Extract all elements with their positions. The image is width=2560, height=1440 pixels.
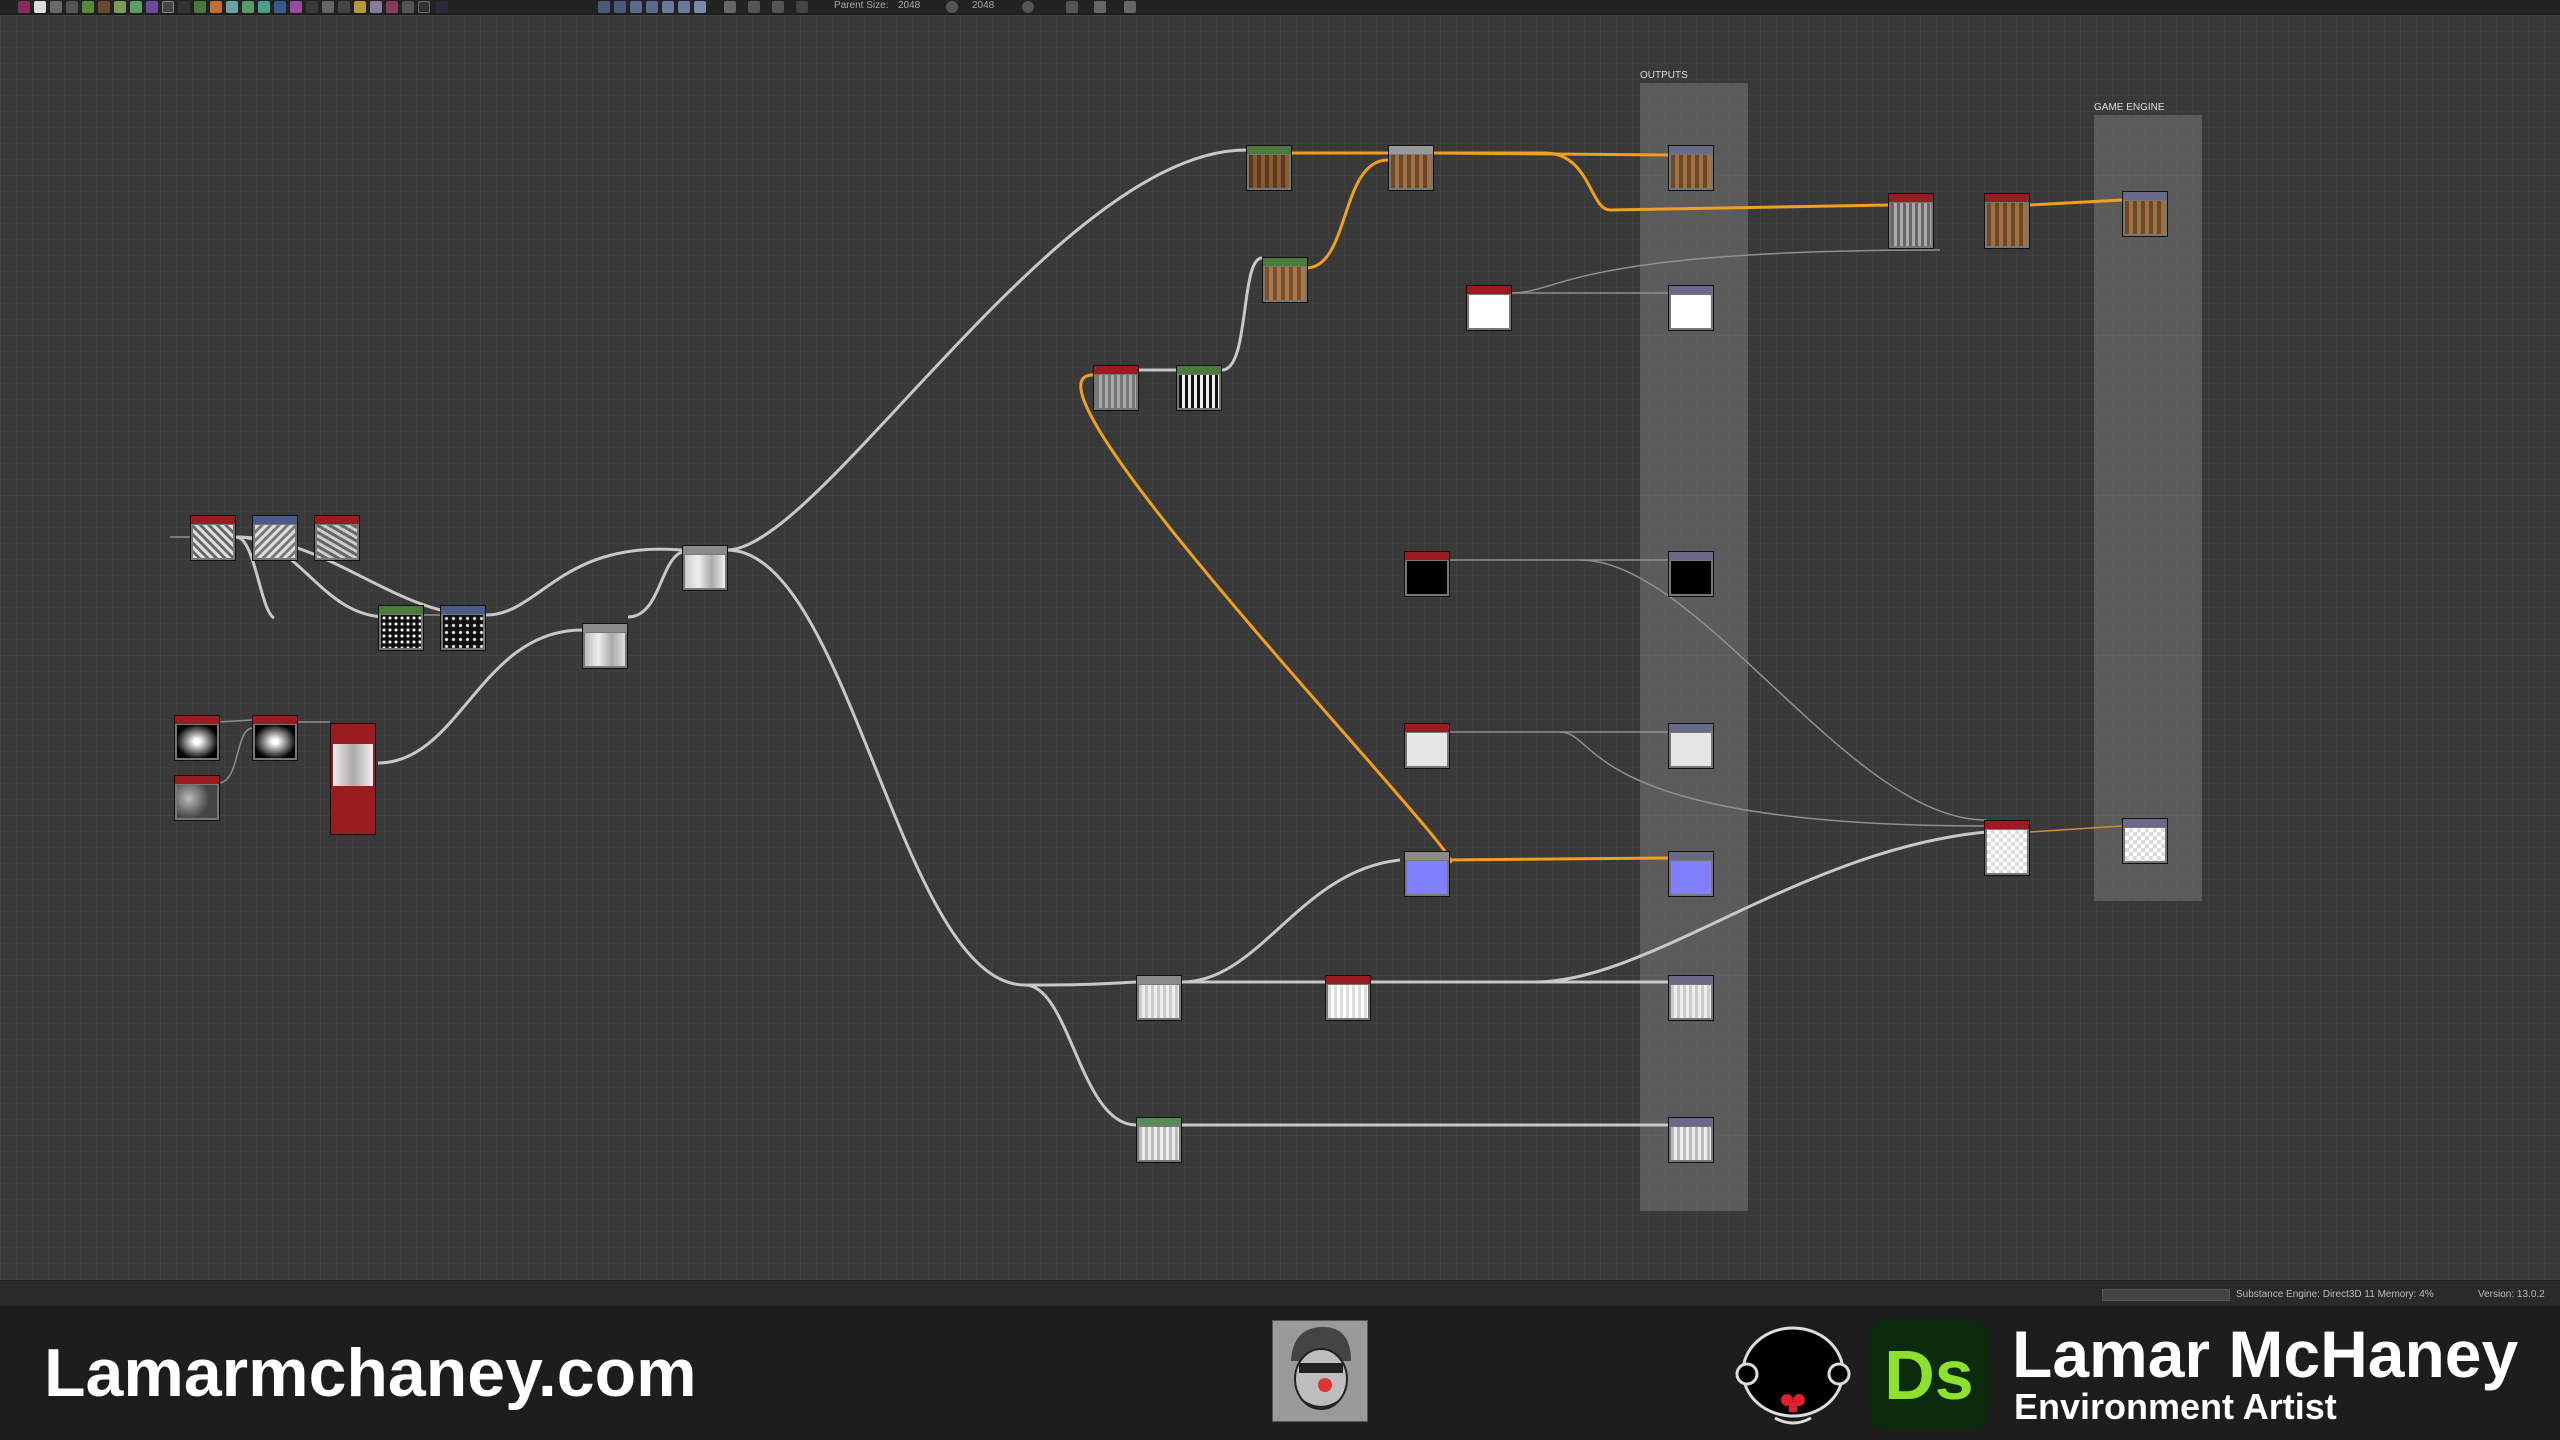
artist-role: Environment Artist [2014, 1386, 2337, 1427]
sharpen-icon[interactable] [226, 1, 238, 13]
designer-logo-icon: Ds [1870, 1320, 1988, 1430]
parent-size-value[interactable]: 2048 [898, 0, 920, 12]
output-ambient-occlusion[interactable] [1668, 1117, 1714, 1163]
output-height[interactable] [1668, 975, 1714, 1021]
layout-icon-3[interactable] [630, 1, 642, 13]
output-normal[interactable] [1668, 851, 1714, 897]
layout-grid-icon[interactable] [1066, 1, 1078, 13]
node-wood-mask[interactable] [1093, 365, 1139, 411]
graph-canvas[interactable]: OUTPUTS GAME ENGINE [0, 15, 2560, 1280]
node-blend-center[interactable] [682, 545, 728, 591]
node-mask-blend[interactable] [1888, 193, 1934, 249]
avatar [1272, 1320, 1368, 1422]
node-dots-1[interactable] [378, 605, 424, 651]
version-label: Version: 13.0.2 [2478, 1289, 2545, 1300]
pin-tool-icon[interactable] [1094, 1, 1106, 13]
graph-settings-icon[interactable] [436, 1, 448, 13]
layout-icon-4[interactable] [646, 1, 658, 13]
monkey-logo-icon [1735, 1322, 1851, 1430]
svg-icon[interactable] [290, 1, 302, 13]
node-white-color[interactable] [1466, 285, 1512, 331]
random-seed-icon[interactable] [1022, 1, 1034, 13]
link-icon[interactable] [946, 1, 958, 13]
node-wood-warp[interactable] [1176, 365, 1222, 411]
snapshot-icon[interactable] [772, 1, 784, 13]
node-grunge-1[interactable] [190, 515, 236, 561]
grid-icon[interactable] [162, 1, 174, 13]
parent-size-label: Parent Size: [834, 0, 889, 11]
hsl-icon[interactable] [130, 1, 142, 13]
frame-icon[interactable] [386, 1, 398, 13]
node-grunge-3[interactable] [314, 515, 360, 561]
artist-name: Lamar McHaney [2012, 1317, 2519, 1391]
output-roughness[interactable] [1668, 723, 1714, 769]
node-tile-generator[interactable] [330, 723, 376, 835]
node-normal-map[interactable] [1404, 851, 1450, 897]
layout-icon-2[interactable] [614, 1, 626, 13]
node-wood-color-2[interactable] [1388, 145, 1434, 191]
game-engine-mask[interactable] [2122, 818, 2168, 864]
pixel-processor-icon[interactable] [274, 1, 286, 13]
gradient-icon[interactable] [114, 1, 126, 13]
warning-icon[interactable] [354, 1, 366, 13]
input-icon[interactable] [338, 1, 350, 13]
output-basecolor[interactable] [1668, 145, 1714, 191]
layout-icon-7[interactable] [694, 1, 706, 13]
node-grunge-2[interactable] [252, 515, 298, 561]
engine-status: Substance Engine: Direct3D 11 Memory: 4% [2236, 1289, 2434, 1300]
node-dots-2[interactable] [440, 605, 486, 651]
comment-icon[interactable] [402, 1, 414, 13]
emboss-icon[interactable] [146, 1, 158, 13]
layout-icon-1[interactable] [598, 1, 610, 13]
pin-icon[interactable] [418, 1, 430, 13]
curve-icon[interactable] [82, 1, 94, 13]
blend-icon[interactable] [66, 1, 78, 13]
node-packed-mask[interactable] [1984, 820, 2030, 876]
node-wood-color-3[interactable] [1262, 257, 1308, 303]
layout-icon-5[interactable] [662, 1, 674, 13]
text-icon[interactable] [306, 1, 318, 13]
output-size-value[interactable]: 2048 [972, 0, 994, 12]
fxmap-icon[interactable] [258, 1, 270, 13]
node-height-3[interactable] [1136, 1117, 1182, 1163]
transform-icon[interactable] [178, 1, 190, 13]
layout-icon-6[interactable] [678, 1, 690, 13]
node-height-1[interactable] [1136, 975, 1182, 1021]
arrow-up-icon[interactable] [796, 1, 808, 13]
node-wood-color-1[interactable] [1246, 145, 1292, 191]
font-icon[interactable] [370, 1, 382, 13]
artist-banner: Lamarmchaney.com Ds Lamar McHaney Enviro… [0, 1306, 2560, 1440]
node-final-wood[interactable] [1984, 193, 2030, 249]
atomic-node-icon[interactable] [18, 1, 30, 13]
uniform-color-icon[interactable] [34, 1, 46, 13]
game-engine-basecolor[interactable] [2122, 191, 2168, 237]
node-radial-2[interactable] [252, 715, 298, 761]
normal-icon[interactable] [210, 1, 222, 13]
magnet-icon[interactable] [1124, 1, 1136, 13]
warp-icon[interactable] [194, 1, 206, 13]
output-icon[interactable] [322, 1, 334, 13]
node-black-color[interactable] [1404, 551, 1450, 597]
status-bar: Substance Engine: Direct3D 11 Memory: 4%… [0, 1280, 2560, 1307]
distribute-icon[interactable] [748, 1, 760, 13]
bitmap-icon[interactable] [50, 1, 62, 13]
levels-icon[interactable] [98, 1, 110, 13]
node-light-grey-color[interactable] [1404, 723, 1450, 769]
website-link[interactable]: Lamarmchaney.com [44, 1334, 697, 1412]
blur-icon[interactable] [242, 1, 254, 13]
node-radial-1[interactable] [174, 715, 220, 761]
align-icon[interactable] [724, 1, 736, 13]
output-white[interactable] [1668, 285, 1714, 331]
node-height-2[interactable] [1325, 975, 1371, 1021]
output-metallic[interactable] [1668, 551, 1714, 597]
node-blend-left[interactable] [582, 623, 628, 669]
progress-bar [2102, 1289, 2230, 1301]
node-noise-cloud[interactable] [174, 775, 220, 821]
graph-toolbar: Parent Size: 2048 2048 [0, 0, 2560, 15]
